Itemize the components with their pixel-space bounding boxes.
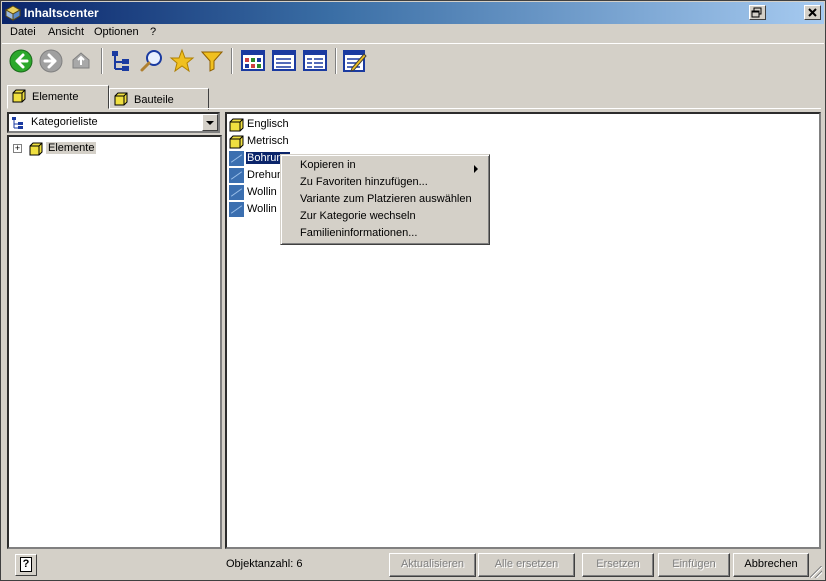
help-icon: ? [20, 557, 32, 572]
restore-button[interactable] [749, 5, 766, 20]
menu-item-choose-variant[interactable]: Variante zum Platzieren auswählen [300, 193, 472, 210]
tree-view-icon[interactable] [109, 48, 135, 74]
tab-bauteile-label: Bauteile [134, 94, 174, 106]
category-dropdown-value: Kategorieliste [31, 116, 98, 128]
menu-item-kopieren-in[interactable]: Kopieren in [300, 159, 486, 176]
menu-item-go-to-category[interactable]: Zur Kategorie wechseln [300, 210, 416, 227]
context-menu: Kopieren in Zu Favoriten hinzufügen... V… [280, 154, 490, 245]
category-tree: + Elemente [7, 135, 222, 549]
list-item-label: Metrisch [247, 135, 289, 147]
details-view-icon[interactable] [302, 48, 328, 74]
tree-node-label: Elemente [46, 142, 97, 154]
close-button[interactable] [804, 5, 821, 20]
forward-icon[interactable] [38, 48, 64, 74]
toolbar [2, 43, 824, 77]
app-icon [4, 5, 22, 21]
list-item-label: Englisch [247, 118, 289, 130]
up-icon[interactable] [68, 48, 94, 74]
tab-elemente-label: Elemente [32, 91, 79, 103]
menu-ansicht[interactable]: Ansicht [48, 26, 84, 38]
tab-divider [7, 108, 821, 109]
feature-icon [229, 185, 244, 200]
tab-elemente[interactable]: Elemente [7, 85, 109, 109]
help-button[interactable]: ? [15, 554, 37, 576]
large-icons-view-icon[interactable] [240, 48, 266, 74]
abbrechen-button[interactable]: Abbrechen [733, 553, 809, 577]
feature-icon [229, 151, 244, 166]
folder-cube-icon [229, 134, 244, 149]
expand-icon[interactable]: + [13, 144, 22, 153]
favorites-star-icon[interactable] [169, 48, 195, 74]
back-icon[interactable] [8, 48, 34, 74]
tab-bauteile[interactable]: Bauteile [109, 88, 209, 110]
menu-item-add-favorites[interactable]: Zu Favoriten hinzufügen... [300, 176, 428, 193]
einfuegen-button[interactable]: Einfügen [658, 553, 730, 577]
object-count: Objektanzahl: 6 [226, 558, 303, 570]
list-item[interactable]: Metrisch [229, 133, 429, 150]
edit-table-icon[interactable] [342, 48, 368, 74]
menu-bar: Datei Ansicht Optionen ? [2, 24, 824, 42]
title-bar[interactable]: Inhaltscenter [2, 2, 824, 24]
feature-icon [229, 168, 244, 183]
status-bar: ? Objektanzahl: 6 Aktualisieren Alle ers… [2, 550, 824, 580]
tree-view-icon [11, 116, 25, 130]
ersetzen-button[interactable]: Ersetzen [582, 553, 654, 577]
aktualisieren-button[interactable]: Aktualisieren [389, 553, 476, 577]
feature-icon [229, 202, 244, 217]
cube-icon [12, 89, 26, 103]
toolbar-separator [101, 48, 103, 74]
list-item[interactable]: Englisch [229, 116, 429, 133]
tab-bar: Elemente Bauteile [7, 85, 821, 110]
chevron-down-icon[interactable] [202, 114, 218, 131]
content-center-window: Inhaltscenter Datei Ansicht Optionen ? E… [0, 0, 826, 581]
submenu-arrow-icon [474, 165, 478, 173]
alle-ersetzen-button[interactable]: Alle ersetzen [478, 553, 575, 577]
search-icon[interactable] [139, 48, 165, 74]
menu-help[interactable]: ? [150, 26, 156, 38]
menu-item-label: Kopieren in [300, 159, 356, 171]
resize-grip-icon[interactable] [810, 566, 822, 578]
cube-icon [29, 142, 43, 156]
toolbar-separator [231, 48, 233, 74]
toolbar-separator [335, 48, 337, 74]
folder-cube-icon [229, 117, 244, 132]
menu-optionen[interactable]: Optionen [94, 26, 139, 38]
category-dropdown[interactable]: Kategorieliste [7, 112, 220, 133]
filter-icon[interactable] [199, 48, 225, 74]
menu-item-family-info[interactable]: Familieninformationen... [300, 227, 417, 244]
window-title: Inhaltscenter [24, 6, 99, 20]
cube-icon [114, 92, 128, 106]
list-item-label: Drehun [247, 169, 284, 181]
list-view-icon[interactable] [271, 48, 297, 74]
menu-datei[interactable]: Datei [10, 26, 36, 38]
